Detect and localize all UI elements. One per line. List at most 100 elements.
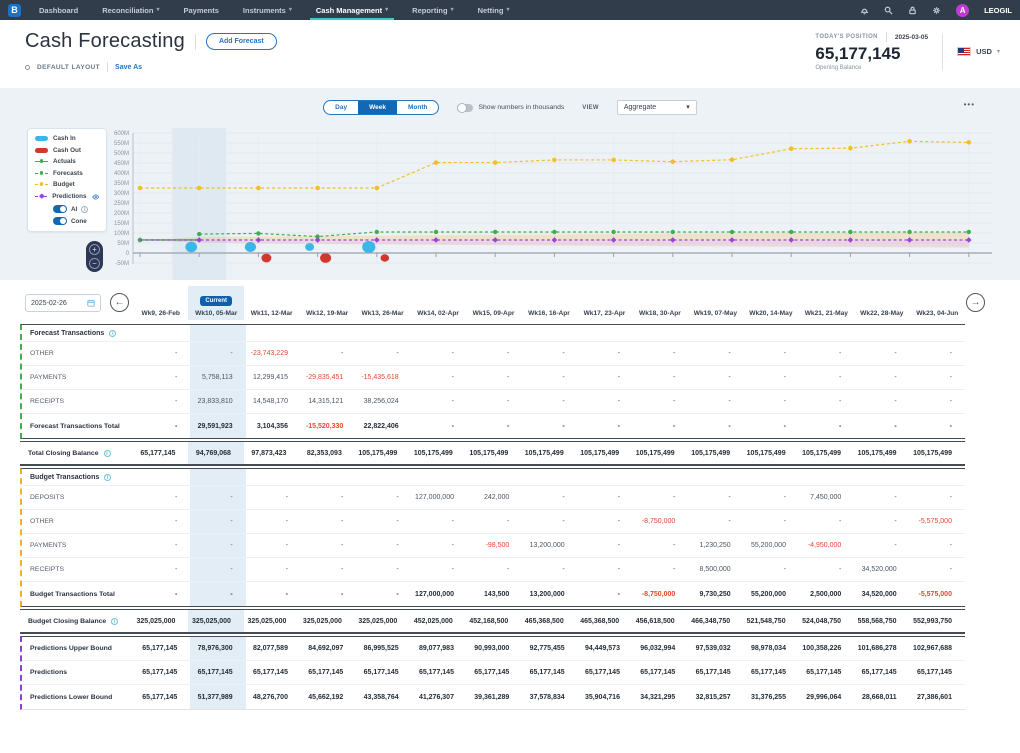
app-logo[interactable]: B — [8, 4, 21, 17]
gear-icon[interactable] — [932, 6, 941, 15]
cell-value: - — [412, 390, 467, 413]
view-select[interactable]: Aggregate ▾ — [617, 100, 697, 115]
zoom-in-button[interactable]: + — [89, 244, 100, 255]
cell-value — [910, 325, 965, 341]
cell-value: 78,976,300 — [190, 637, 245, 660]
cell-value: 34,520,000 — [854, 582, 909, 606]
svg-text:500M: 500M — [114, 151, 129, 157]
cell-value: - — [412, 414, 467, 438]
nav-item-instruments[interactable]: Instruments▾ — [243, 0, 292, 20]
cell-value: 65,177,145 — [133, 442, 188, 464]
legend-forecasts[interactable]: Forecasts — [35, 170, 99, 177]
cell-value: - — [412, 366, 467, 389]
cell-value: - — [910, 534, 965, 557]
cell-value — [522, 469, 577, 485]
cell-value: - — [135, 582, 190, 606]
cell-value: 34,321,295 — [633, 685, 688, 709]
cell-value: - — [910, 366, 965, 389]
cell-value: 37,578,834 — [522, 685, 577, 709]
row-label: Predictions — [22, 669, 135, 676]
cell-value: - — [135, 414, 190, 438]
legend-budget[interactable]: Budget — [35, 181, 99, 188]
search-icon[interactable] — [884, 6, 893, 15]
cell-value: 465,368,500 — [521, 610, 576, 632]
cell-value: - — [633, 366, 688, 389]
info-icon[interactable]: i — [111, 618, 118, 625]
bell-icon[interactable] — [860, 6, 869, 15]
info-icon[interactable]: i — [104, 450, 111, 457]
cell-value: - — [854, 390, 909, 413]
nav-item-reconciliation[interactable]: Reconciliation▾ — [102, 0, 159, 20]
cell-value — [578, 469, 633, 485]
ai-toggle[interactable] — [53, 205, 67, 213]
legend-cash-in[interactable]: Cash In — [35, 135, 99, 142]
next-weeks-button[interactable]: → — [966, 293, 985, 312]
cell-value: 143,500 — [467, 582, 522, 606]
currency-selector[interactable]: USD ▾ — [957, 47, 1000, 56]
forecast-chart[interactable]: 600M550M500M450M400M350M300M250M200M150M… — [0, 88, 1020, 280]
info-icon[interactable]: i — [109, 330, 116, 337]
cell-value: 65,177,145 — [522, 661, 577, 684]
cell-value: - — [633, 390, 688, 413]
row-label: Total Closing Balance i — [20, 450, 133, 457]
legend-actuals[interactable]: Actuals — [35, 158, 99, 165]
info-icon[interactable]: i — [104, 474, 111, 481]
cell-value: - — [522, 558, 577, 581]
legend-cash-out[interactable]: Cash Out — [35, 147, 99, 154]
cell-value: -23,743,229 — [246, 342, 301, 365]
forecast-table: Wk9, 26-FebCurrentWk10, 05-MarWk11, 12-M… — [20, 286, 965, 710]
cell-value: 452,168,500 — [466, 610, 521, 632]
nav-item-cash-management[interactable]: Cash Management▾ — [316, 0, 388, 20]
svg-text:200M: 200M — [114, 211, 129, 217]
nav-item-reporting[interactable]: Reporting▾ — [412, 0, 453, 20]
cell-value — [578, 325, 633, 341]
lock-icon[interactable] — [908, 6, 917, 15]
nav-item-payments[interactable]: Payments — [183, 0, 218, 20]
cell-value: 2,500,000 — [799, 582, 854, 606]
period-day[interactable]: Day — [324, 101, 358, 114]
actuals-swatch-icon — [35, 161, 48, 162]
cell-value: 48,276,700 — [246, 685, 301, 709]
period-month[interactable]: Month — [397, 101, 439, 114]
date-input[interactable] — [31, 300, 85, 307]
add-forecast-button[interactable]: Add Forecast — [206, 33, 277, 50]
previous-weeks-button[interactable]: ← — [110, 293, 129, 312]
cell-value: -29,835,451 — [301, 366, 356, 389]
cell-value: 65,177,145 — [578, 661, 633, 684]
cell-value: - — [633, 486, 688, 509]
cell-value: - — [578, 558, 633, 581]
cell-value: 242,000 — [467, 486, 522, 509]
info-icon[interactable]: i — [81, 206, 88, 213]
save-as-link[interactable]: Save As — [115, 64, 142, 71]
cell-value: - — [688, 510, 743, 533]
zoom-out-button[interactable]: − — [89, 258, 100, 269]
cone-toggle[interactable] — [53, 217, 67, 225]
calendar-icon[interactable] — [87, 299, 95, 307]
cell-value — [633, 469, 688, 485]
nav-item-dashboard[interactable]: Dashboard — [39, 0, 78, 20]
cell-value: 90,993,000 — [467, 637, 522, 660]
user-avatar[interactable]: A — [956, 4, 969, 17]
cell-value: - — [633, 558, 688, 581]
svg-text:250M: 250M — [114, 201, 129, 207]
period-week[interactable]: Week — [358, 101, 397, 114]
cell-value: - — [190, 486, 245, 509]
cell-value — [467, 469, 522, 485]
column-header: Wk20, 14-May — [743, 286, 798, 320]
cell-value: 127,000,000 — [412, 582, 467, 606]
cell-value: 97,873,423 — [244, 442, 299, 464]
cell-value: 65,177,145 — [301, 661, 356, 684]
legend-predictions[interactable]: Predictions — [35, 193, 99, 201]
cell-value: - — [799, 342, 854, 365]
thousands-toggle[interactable] — [457, 104, 473, 112]
cell-value: - — [799, 366, 854, 389]
cell-value: 105,175,499 — [910, 442, 965, 464]
svg-text:600M: 600M — [114, 131, 129, 137]
chevron-down-icon: ▾ — [156, 7, 159, 13]
cell-value — [135, 469, 190, 485]
cell-value — [467, 325, 522, 341]
eye-icon[interactable] — [92, 193, 100, 201]
cell-value — [190, 325, 245, 341]
cell-value: 32,815,257 — [688, 685, 743, 709]
nav-item-netting[interactable]: Netting▾ — [478, 0, 510, 20]
